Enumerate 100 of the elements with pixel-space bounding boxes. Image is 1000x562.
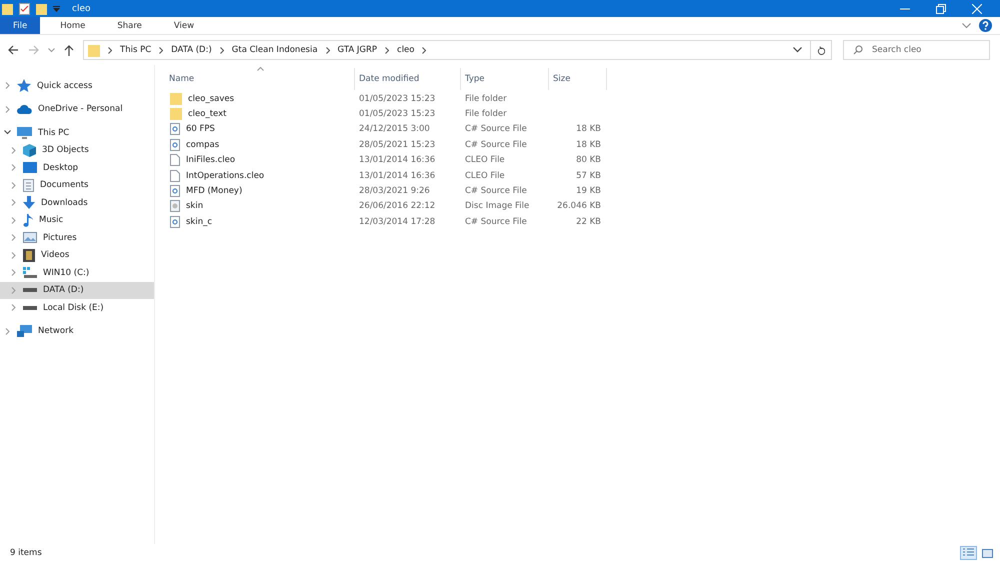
details-view-button[interactable] bbox=[960, 546, 977, 560]
chevron-down-icon[interactable] bbox=[4, 130, 11, 136]
type-cell-text: File folder bbox=[464, 109, 508, 120]
up-icon[interactable] bbox=[64, 44, 74, 56]
chevron-right-icon[interactable] bbox=[108, 46, 112, 54]
ribbon-tab[interactable]: File bbox=[0, 17, 40, 34]
chevron-right-icon[interactable] bbox=[422, 46, 426, 54]
date-cell-text: 24/12/2015 3:00 bbox=[358, 124, 431, 134]
source-file-icon bbox=[170, 216, 180, 228]
nav-item[interactable]: Quick access bbox=[0, 77, 154, 94]
windows-drive-icon bbox=[23, 267, 37, 278]
column-header[interactable]: Type bbox=[461, 68, 549, 90]
new-folder-icon[interactable] bbox=[36, 2, 47, 14]
star-icon bbox=[17, 79, 31, 92]
size-cell-text: 80 KB bbox=[575, 155, 602, 166]
desktop-icon bbox=[23, 162, 37, 174]
nav-item[interactable]: Videos bbox=[0, 246, 154, 264]
dropdown-icon[interactable] bbox=[793, 47, 802, 53]
file-name[interactable]: 60 FPS bbox=[186, 124, 215, 134]
nav-item[interactable]: WIN10 (C:) bbox=[0, 264, 154, 282]
nav-item[interactable]: This PC bbox=[0, 124, 154, 142]
date-cell-text: 13/01/2014 16:36 bbox=[358, 155, 436, 166]
properties-icon[interactable] bbox=[19, 2, 30, 14]
list-icon bbox=[963, 548, 974, 558]
file-name[interactable]: cleo_saves bbox=[188, 94, 234, 104]
cloud-icon bbox=[17, 104, 32, 114]
size-cell-text: 57 KB bbox=[575, 170, 602, 181]
chevron-right-icon[interactable] bbox=[326, 46, 330, 54]
type-cell-text: C# Source File bbox=[464, 216, 528, 227]
address-bar[interactable]: This PC DATA (D:) Gta Clean Indonesia GTA JGRP cleo bbox=[83, 40, 811, 60]
nav-item[interactable]: DATA (D:) bbox=[0, 282, 154, 299]
close-button[interactable] bbox=[972, 4, 982, 14]
date-cell-text: 28/05/2021 15:23 bbox=[358, 140, 436, 150]
download-icon bbox=[23, 196, 35, 210]
nav-item[interactable]: Pictures bbox=[0, 229, 154, 246]
file-name[interactable]: MFD (Money) bbox=[186, 186, 242, 196]
size-cell-text: 18 KB bbox=[575, 124, 602, 134]
size-cell-text: 22 KB bbox=[575, 216, 602, 227]
network-icon bbox=[17, 325, 32, 338]
file-icon bbox=[170, 154, 180, 166]
chevron-right-icon[interactable] bbox=[220, 46, 224, 54]
type-cell-text: File folder bbox=[464, 94, 508, 104]
file-name[interactable]: compas bbox=[186, 140, 220, 150]
type-cell-text: C# Source File bbox=[464, 186, 528, 196]
window-title: cleo bbox=[72, 4, 90, 14]
nav-item[interactable]: Network bbox=[0, 322, 154, 340]
breadcrumb-item[interactable]: DATA (D:) bbox=[171, 45, 212, 55]
size-cell-text: 18 KB bbox=[575, 140, 602, 150]
chevron-right-icon[interactable] bbox=[385, 46, 390, 54]
date-cell-text: 01/05/2023 15:23 bbox=[358, 109, 436, 120]
search-field[interactable]: Search cleo bbox=[843, 40, 990, 60]
size-cell-text: 26.046 KB bbox=[556, 201, 602, 212]
large-icons-view-button[interactable] bbox=[979, 546, 996, 560]
recent-caret-icon[interactable] bbox=[48, 48, 55, 52]
source-file-icon bbox=[170, 123, 180, 136]
file-name[interactable]: skin_c bbox=[186, 216, 212, 227]
nav-item[interactable]: OneDrive - Personal bbox=[0, 100, 154, 118]
file-name[interactable]: cleo_text bbox=[188, 109, 226, 120]
refresh-button[interactable] bbox=[810, 40, 832, 60]
size-cell-text: 19 KB bbox=[575, 186, 602, 196]
folder-icon bbox=[170, 92, 182, 105]
tile-icon bbox=[982, 548, 993, 558]
source-file-icon bbox=[170, 185, 180, 198]
film-icon bbox=[23, 248, 35, 262]
drive-icon bbox=[23, 288, 37, 292]
restore-button[interactable] bbox=[936, 4, 946, 14]
nav-item[interactable]: Downloads bbox=[0, 194, 154, 212]
column-header[interactable]: Size bbox=[549, 68, 607, 90]
breadcrumb-item[interactable]: This PC bbox=[120, 45, 152, 55]
type-cell-text: C# Source File bbox=[464, 140, 528, 150]
column-header[interactable]: Name bbox=[165, 68, 355, 90]
item-count: 9 items bbox=[10, 548, 42, 558]
type-cell-text: Disc Image File bbox=[464, 201, 530, 212]
file-name[interactable]: IniFiles.cleo bbox=[186, 155, 236, 166]
breadcrumb-item[interactable]: Gta Clean Indonesia bbox=[232, 45, 318, 55]
nav-item[interactable]: Music bbox=[0, 212, 154, 229]
nav-item[interactable]: Local Disk (E:) bbox=[0, 299, 154, 316]
drive-icon bbox=[23, 306, 37, 310]
breadcrumb-item[interactable]: GTA JGRP bbox=[338, 45, 378, 55]
file-name[interactable]: IntOperations.cleo bbox=[186, 170, 264, 181]
back-icon[interactable] bbox=[8, 45, 19, 55]
music-note-icon bbox=[23, 214, 33, 227]
type-cell-text: C# Source File bbox=[464, 124, 528, 134]
folder-icon bbox=[88, 44, 100, 56]
document-icon bbox=[23, 178, 34, 192]
nav-item[interactable]: Desktop bbox=[0, 159, 154, 176]
chevron-right-icon[interactable] bbox=[159, 46, 164, 54]
date-cell-text: 13/01/2014 16:36 bbox=[358, 170, 436, 181]
nav-item[interactable]: Documents bbox=[0, 176, 154, 194]
source-file-icon bbox=[170, 138, 180, 151]
forward-icon[interactable] bbox=[28, 45, 39, 55]
folder-icon bbox=[2, 2, 13, 14]
nav-item[interactable]: 3D Objects bbox=[0, 142, 154, 159]
column-header[interactable]: Date modified bbox=[355, 68, 461, 90]
date-cell-text: 01/05/2023 15:23 bbox=[358, 94, 436, 104]
date-cell-text: 28/03/2021 9:26 bbox=[358, 186, 431, 196]
file-icon bbox=[170, 170, 180, 182]
file-name[interactable]: skin bbox=[186, 201, 204, 212]
help-icon[interactable] bbox=[979, 19, 992, 32]
breadcrumb-item[interactable]: cleo bbox=[397, 45, 414, 55]
